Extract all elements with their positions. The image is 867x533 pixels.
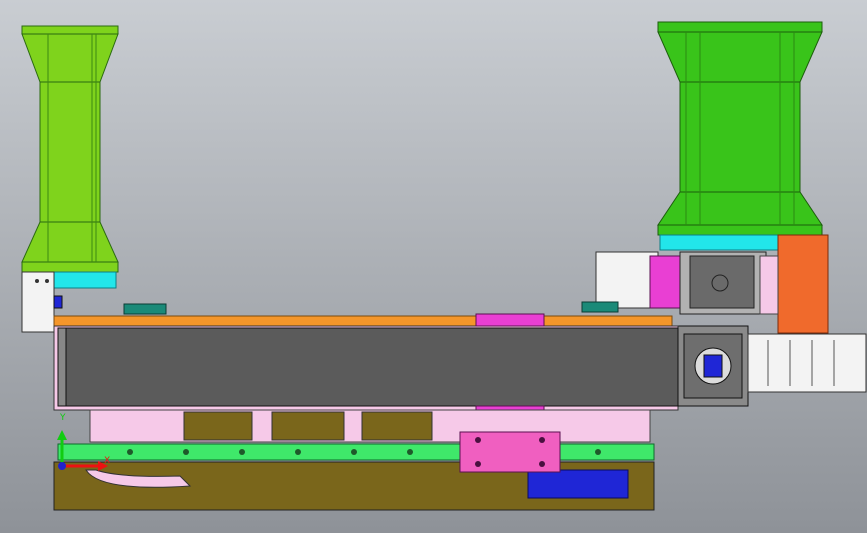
cover-end-cap bbox=[57, 327, 67, 407]
triad-x-label: X bbox=[104, 456, 111, 466]
magenta-adapter bbox=[649, 255, 681, 309]
rail-bolt-icon bbox=[295, 449, 301, 455]
rail-bolt-icon bbox=[239, 449, 245, 455]
white-mount-plate bbox=[595, 251, 659, 309]
magenta-carriage-top[interactable] bbox=[475, 313, 545, 327]
rail-bolt-icon bbox=[351, 449, 357, 455]
servo-gearbox[interactable] bbox=[747, 333, 867, 393]
pink-spacer bbox=[759, 255, 779, 315]
motor-face-inner bbox=[689, 255, 755, 309]
linear-module-cover[interactable] bbox=[65, 327, 679, 407]
right-motor-bottom-flange bbox=[657, 224, 823, 236]
frame-slot bbox=[361, 411, 433, 441]
left-motor-cyan-flange bbox=[47, 271, 117, 289]
left-motor-body bbox=[39, 81, 101, 223]
orange-motor-block bbox=[777, 234, 829, 334]
left-blue-tab bbox=[53, 295, 63, 309]
triad-y-label: Y bbox=[60, 413, 66, 423]
slider-bolt-icon bbox=[539, 461, 545, 467]
slider-block[interactable] bbox=[459, 431, 561, 473]
rail-bolt-icon bbox=[127, 449, 133, 455]
blue-block bbox=[527, 469, 629, 499]
rail-bolt-icon bbox=[595, 449, 601, 455]
right-motor-bottom-taper bbox=[657, 191, 823, 226]
right-motor-top-taper bbox=[657, 31, 823, 83]
right-motor-top-flange bbox=[657, 21, 823, 33]
rail-bolt-icon bbox=[183, 449, 189, 455]
slider-bolt-icon bbox=[539, 437, 545, 443]
base[interactable] bbox=[53, 431, 655, 511]
bolt-icon bbox=[45, 279, 49, 283]
right-motor-body bbox=[679, 81, 801, 193]
left-motor-top-flange bbox=[21, 25, 119, 35]
slider-bolt-icon bbox=[475, 461, 481, 467]
frame-slot bbox=[183, 411, 253, 441]
orange-top-strip bbox=[53, 315, 673, 327]
rail-bolt-icon bbox=[407, 449, 413, 455]
teal-bracket bbox=[123, 303, 167, 315]
bolt-icon bbox=[35, 279, 39, 283]
frame-slot bbox=[271, 411, 345, 441]
teal-bracket bbox=[581, 301, 619, 313]
slider-bolt-icon bbox=[475, 437, 481, 443]
coupling-blue-jaw bbox=[703, 354, 723, 378]
cad-viewport[interactable] bbox=[0, 0, 867, 533]
triad-origin-icon bbox=[58, 462, 66, 470]
left-motor-bottom-flange bbox=[21, 261, 119, 273]
linear-module[interactable] bbox=[53, 303, 679, 443]
right-motor-cyan-flange bbox=[659, 234, 786, 251]
